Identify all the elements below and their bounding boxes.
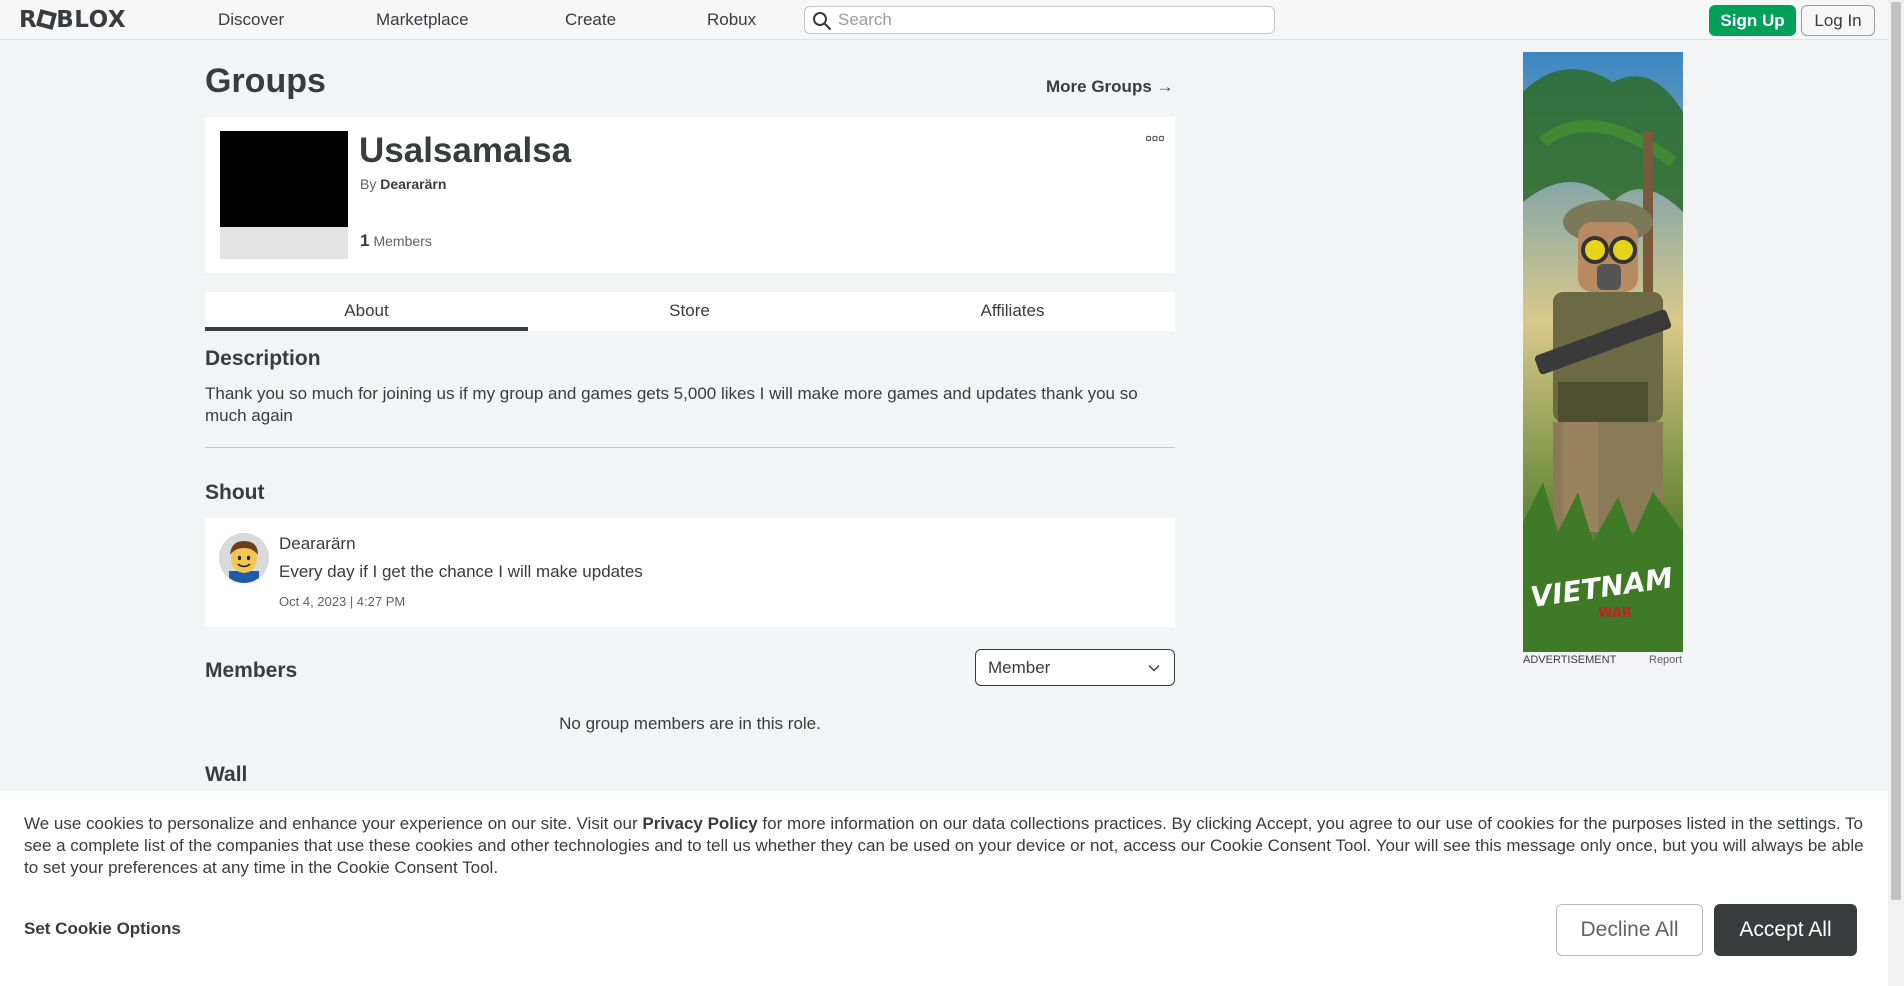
roblox-logo[interactable]: R BLOX <box>19 7 126 33</box>
avatar[interactable] <box>219 533 269 583</box>
top-nav-bar: R BLOX Discover Marketplace Create Robux … <box>0 0 1888 40</box>
accept-all-button[interactable]: Accept All <box>1714 904 1857 956</box>
description-heading: Description <box>205 347 321 370</box>
member-count-number: 1 <box>360 231 370 250</box>
shout-card: Deararärn Every day if I get the chance … <box>205 518 1175 627</box>
chevron-down-icon <box>1148 665 1160 672</box>
search-input[interactable] <box>838 10 1258 30</box>
search-icon <box>813 12 832 31</box>
role-dropdown-value: Member <box>988 658 1051 677</box>
avatar-image <box>219 533 269 583</box>
empty-members-message: No group members are in this role. <box>559 714 821 733</box>
page-scrollbar[interactable] <box>1888 0 1904 986</box>
group-emblem <box>220 131 348 259</box>
cookie-message: We use cookies to personalize and enhanc… <box>24 813 1874 879</box>
shout-author-link[interactable]: Deararärn <box>279 534 356 554</box>
set-cookie-options-button[interactable]: Set Cookie Options <box>24 919 181 939</box>
group-header-card: Usalsamalsa By Deararärn 1 Members <box>205 117 1175 273</box>
wall-heading: Wall <box>205 763 248 786</box>
search-box[interactable] <box>804 6 1275 34</box>
group-owner-link[interactable]: Deararärn <box>380 176 446 192</box>
ad-logo-subtext: WAR <box>1598 606 1632 621</box>
sign-up-button[interactable]: Sign Up <box>1709 5 1796 36</box>
shout-heading: Shout <box>205 481 265 504</box>
scrollbar-thumb[interactable] <box>1891 2 1901 900</box>
by-label: By <box>360 176 377 192</box>
nav-marketplace[interactable]: Marketplace <box>376 10 469 30</box>
tab-store[interactable]: Store <box>528 292 851 331</box>
advertisement-banner[interactable]: VIETNAM WAR <box>1523 52 1683 652</box>
advertisement-image: VIETNAM WAR <box>1523 52 1683 652</box>
more-groups-link[interactable]: More Groups → <box>1046 77 1174 97</box>
section-divider <box>205 447 1175 448</box>
log-in-button[interactable]: Log In <box>1801 5 1875 36</box>
nav-robux[interactable]: Robux <box>707 10 756 30</box>
member-count-label: Members <box>373 233 432 249</box>
tab-affiliates[interactable]: Affiliates <box>851 292 1174 331</box>
member-count: 1 Members <box>360 231 432 251</box>
more-options-icon[interactable] <box>1146 135 1164 143</box>
description-text: Thank you so much for joining us if my g… <box>205 384 1138 425</box>
tab-about[interactable]: About <box>205 292 528 331</box>
shout-message: Every day if I get the chance I will mak… <box>279 562 643 581</box>
privacy-policy-link[interactable]: Privacy Policy <box>642 814 757 833</box>
nav-create[interactable]: Create <box>565 10 616 30</box>
role-dropdown[interactable]: Member <box>975 649 1175 686</box>
report-ad-link[interactable]: Report <box>1649 654 1682 666</box>
decline-all-button[interactable]: Decline All <box>1556 904 1703 956</box>
group-owner-line: By Deararärn <box>360 176 446 192</box>
cookie-consent-banner: We use cookies to personalize and enhanc… <box>0 791 1888 986</box>
group-tabs: About Store Affiliates <box>205 292 1175 331</box>
members-heading: Members <box>205 659 298 682</box>
nav-discover[interactable]: Discover <box>218 10 284 30</box>
page-title: Groups <box>205 62 326 100</box>
advertisement-label: ADVERTISEMENT <box>1523 654 1617 666</box>
shout-timestamp: Oct 4, 2023 | 4:27 PM <box>279 594 406 609</box>
cookie-text-before: We use cookies to personalize and enhanc… <box>24 814 643 833</box>
group-name: Usalsamalsa <box>359 131 572 170</box>
